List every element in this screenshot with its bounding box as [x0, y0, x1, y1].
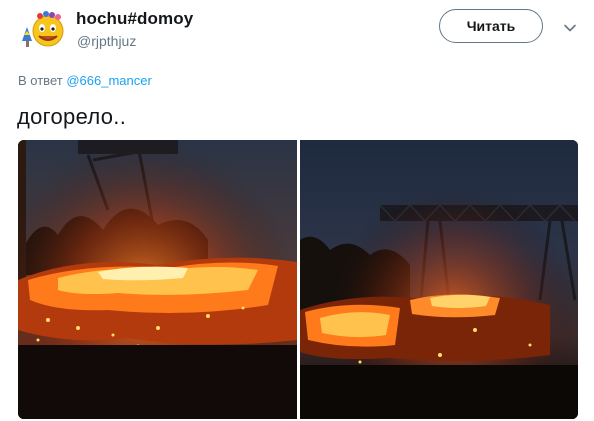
avatar[interactable]: [18, 7, 68, 51]
chevron-down-icon[interactable]: [562, 20, 578, 36]
follow-button[interactable]: Читать: [439, 9, 543, 43]
photo-fire-left[interactable]: [18, 140, 297, 419]
reply-context: В ответ @666_mancer: [18, 73, 152, 88]
reply-prefix: В ответ: [18, 73, 63, 88]
media-grid: [18, 140, 578, 419]
author-name[interactable]: hochu#domoy: [76, 9, 193, 29]
photo-fire-right[interactable]: [300, 140, 578, 419]
tweet-card: hochu#domoy @rjpthjuz Читать В ответ @66…: [0, 0, 594, 421]
tweet-text: догорело..: [17, 104, 127, 129]
reply-mention-link[interactable]: @666_mancer: [66, 73, 151, 88]
author-handle[interactable]: @rjpthjuz: [77, 33, 136, 49]
